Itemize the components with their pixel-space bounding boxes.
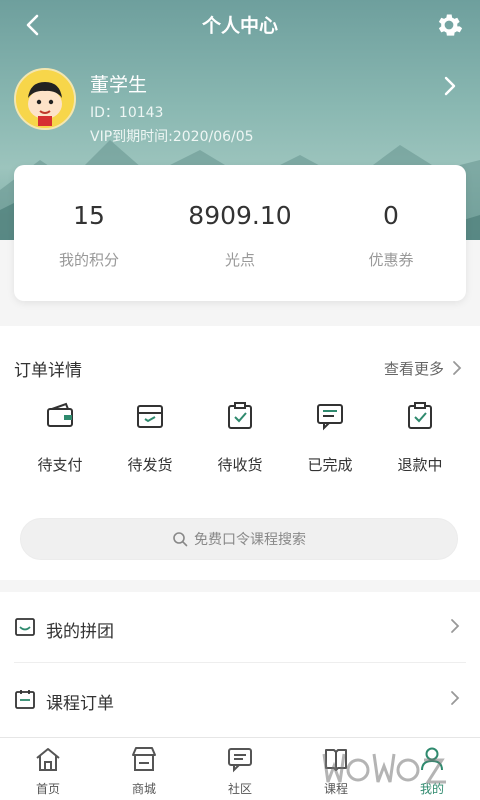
points-value: 15 — [73, 201, 105, 230]
points-label: 我的积分 — [58, 251, 119, 269]
coupons-value: 0 — [383, 201, 399, 230]
wallet-icon — [47, 402, 73, 427]
orders-section: 订单详情 查看更多 待支付 待发货 待收货 已完成 退款中 免费口令课程搜索 — [0, 326, 480, 580]
chat-icon — [228, 748, 252, 773]
profile-section[interactable]: 董学生 ID：10143 VIP到期时间:2020/06/05 — [14, 66, 466, 146]
chevron-right-icon — [453, 361, 462, 375]
order-label: 退款中 — [397, 456, 443, 474]
menu-list: 我的拼团 课程订单 — [0, 592, 480, 738]
order-pending-shipment[interactable]: 待发货 — [110, 400, 190, 480]
home-icon — [36, 748, 60, 771]
search-placeholder: 免费口令课程搜索 — [194, 532, 306, 548]
gear-icon — [438, 14, 463, 36]
coupons-label: 优惠券 — [368, 251, 414, 269]
calendar-icon — [15, 690, 35, 709]
view-more-label: 查看更多 — [383, 359, 444, 378]
menu-item-course-orders[interactable]: 课程订单 — [0, 664, 480, 734]
tab-label: 商城 — [131, 782, 156, 796]
menu-item-label: 课程订单 — [46, 694, 114, 714]
tab-label: 社区 — [227, 782, 252, 796]
order-pending-receipt[interactable]: 待收货 — [200, 400, 280, 480]
light-points-value: 8909.10 — [188, 201, 292, 230]
box-icon — [137, 405, 163, 428]
stat-points[interactable]: 15 我的积分 — [14, 165, 164, 301]
cartoon-avatar-image — [16, 70, 74, 128]
stat-coupons[interactable]: 0 优惠券 — [316, 165, 466, 301]
clipboard-refund-icon — [408, 402, 432, 429]
order-label: 待支付 — [37, 456, 83, 474]
profile-arrow[interactable] — [440, 74, 460, 98]
chevron-right-icon — [451, 691, 460, 705]
view-more-link[interactable]: 查看更多 — [384, 356, 462, 380]
menu-item-label: 我的拼团 — [46, 622, 114, 642]
chevron-right-icon — [451, 619, 460, 633]
order-refunding[interactable]: 退款中 — [380, 400, 460, 480]
chevron-right-icon — [444, 76, 456, 96]
search-input[interactable]: 免费口令课程搜索 — [20, 518, 458, 560]
stats-card: 15 我的积分 8909.10 光点 0 优惠券 — [14, 165, 466, 301]
divider — [14, 662, 466, 663]
username: 董学生 — [90, 74, 148, 96]
light-points-label: 光点 — [224, 251, 255, 269]
tab-label: 首页 — [35, 782, 60, 796]
top-bar: 个人中心 — [0, 0, 480, 50]
order-pending-payment[interactable]: 待支付 — [20, 400, 100, 480]
tab-home[interactable]: 首页 — [0, 738, 96, 800]
order-label: 已完成 — [307, 456, 353, 474]
tab-store[interactable]: 商城 — [96, 738, 192, 800]
message-list-icon — [317, 404, 343, 431]
vip-expiry: VIP到期时间:2020/06/05 — [90, 129, 254, 145]
stat-light-points[interactable]: 8909.10 光点 — [165, 165, 315, 301]
order-completed[interactable]: 已完成 — [290, 400, 370, 480]
tab-community[interactable]: 社区 — [192, 738, 288, 800]
bag-icon — [15, 618, 35, 636]
watermark-logo — [322, 753, 446, 784]
orders-title: 订单详情 — [14, 361, 82, 381]
search-icon — [173, 532, 188, 547]
store-icon — [132, 747, 156, 771]
settings-button[interactable] — [434, 10, 464, 40]
menu-item-group-buy[interactable]: 我的拼团 — [0, 592, 480, 662]
avatar[interactable] — [14, 68, 76, 130]
user-id: ID：10143 — [90, 105, 164, 121]
page-title: 个人中心 — [201, 15, 278, 37]
order-label: 待收货 — [217, 456, 263, 474]
clipboard-check-icon — [228, 402, 252, 429]
order-label: 待发货 — [127, 456, 173, 474]
